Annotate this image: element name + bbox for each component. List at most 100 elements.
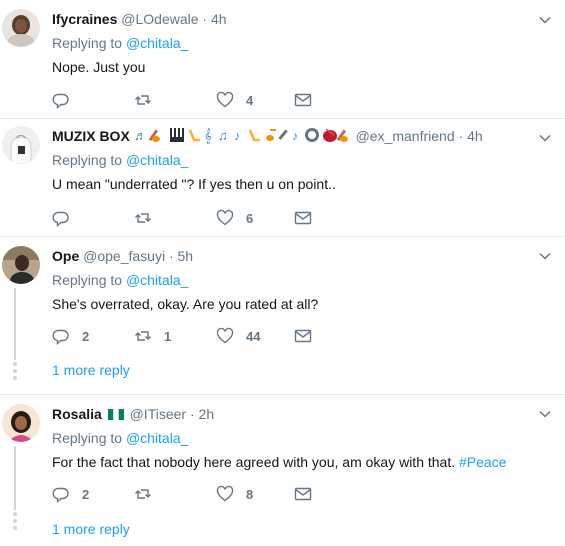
avatar[interactable] xyxy=(2,126,40,164)
direct-message-button[interactable] xyxy=(294,484,312,504)
separator-dot: · xyxy=(189,406,195,422)
direct-message-button[interactable] xyxy=(294,208,312,228)
replying-to-label: Replying to xyxy=(52,272,123,288)
retweet-button[interactable] xyxy=(134,484,164,504)
timestamp[interactable]: 4h xyxy=(467,128,483,144)
reply-icon xyxy=(52,211,69,227)
reply-button[interactable] xyxy=(52,208,82,228)
retweet-button[interactable]: 1 xyxy=(134,326,171,346)
tweet-text: Nope. Just you xyxy=(52,59,146,75)
tweet-actions: 2 8 xyxy=(52,484,472,504)
thread-dots xyxy=(13,362,17,383)
avatar[interactable] xyxy=(2,9,40,47)
tweet-text: She's overrated, okay. Are you rated at … xyxy=(52,296,319,312)
tweet-3: Ope @ope_fasuyi · 5h Replying to @chital… xyxy=(0,236,565,396)
svg-text:♬: ♬ xyxy=(134,128,147,143)
replying-to: Replying to @chitala_ xyxy=(52,270,565,290)
direct-message-icon xyxy=(294,487,312,501)
tweet-text: U mean "underrated "? If yes then u on p… xyxy=(52,176,336,192)
replying-to: Replying to @chitala_ xyxy=(52,428,565,448)
more-replies-link[interactable]: 1 more reply xyxy=(52,360,130,380)
retweet-button[interactable] xyxy=(134,208,164,228)
music-emoji-icons: ♬ 𝄞 ♫ ♪ ♪ xyxy=(134,128,348,144)
thread-connector-line xyxy=(14,288,16,360)
thread-dots xyxy=(13,512,17,533)
reply-count: 2 xyxy=(82,486,90,502)
replying-to-label: Replying to xyxy=(52,35,123,51)
replying-to-mention[interactable]: @chitala_ xyxy=(126,152,188,168)
tweet-text: For the fact that nobody here agreed wit… xyxy=(52,452,565,472)
separator-dot: · xyxy=(202,11,208,27)
separator-dot: · xyxy=(458,128,464,144)
replying-to-mention[interactable]: @chitala_ xyxy=(126,430,188,446)
hashtag-link[interactable]: #Peace xyxy=(459,454,506,470)
user-handle[interactable]: @ITiseer xyxy=(130,406,186,422)
svg-text:♫: ♫ xyxy=(218,128,228,143)
reply-icon xyxy=(52,329,69,345)
like-count: 8 xyxy=(246,486,254,502)
tweet-header: Ifycraines @LOdewale · 4h xyxy=(52,9,565,29)
reply-button[interactable] xyxy=(52,90,82,110)
direct-message-icon xyxy=(294,211,312,225)
user-handle[interactable]: @ope_fasuyi xyxy=(83,248,165,264)
retweet-icon xyxy=(135,95,151,105)
replying-to: Replying to @chitala_ xyxy=(52,33,565,53)
tweet-actions: 6 xyxy=(52,208,472,228)
like-icon xyxy=(216,209,234,226)
retweet-icon xyxy=(135,331,151,341)
display-name[interactable]: Ope xyxy=(52,248,79,264)
thread-connector-line xyxy=(14,446,16,510)
tweet-actions: 2 1 44 xyxy=(52,326,472,346)
separator-dot: · xyxy=(168,248,174,264)
display-name[interactable]: Rosalia xyxy=(52,406,102,422)
timestamp[interactable]: 2h xyxy=(199,406,215,422)
tweet-2: MUZIX BOX ♬ 𝄞 ♫ ♪ ♪ @ex_manfriend · 4h R… xyxy=(0,118,565,236)
retweet-count: 1 xyxy=(164,328,172,344)
replying-to: Replying to @chitala_ xyxy=(52,150,565,170)
like-button[interactable]: 4 xyxy=(216,90,253,110)
svg-text:♪: ♪ xyxy=(292,129,298,143)
like-icon xyxy=(216,327,234,344)
reply-count: 2 xyxy=(82,328,90,344)
avatar[interactable] xyxy=(2,404,40,442)
direct-message-button[interactable] xyxy=(294,90,312,110)
user-handle[interactable]: @LOdewale xyxy=(121,11,198,27)
replying-to-mention[interactable]: @chitala_ xyxy=(126,35,188,51)
display-name[interactable]: MUZIX BOX xyxy=(52,128,130,144)
direct-message-button[interactable] xyxy=(294,326,312,346)
replying-to-mention[interactable]: @chitala_ xyxy=(126,272,188,288)
more-replies-link[interactable]: 1 more reply xyxy=(52,519,130,539)
replying-to-label: Replying to xyxy=(52,430,123,446)
caret-down-icon[interactable] xyxy=(539,408,551,420)
like-count: 6 xyxy=(246,210,254,226)
direct-message-icon xyxy=(294,93,312,107)
reply-icon xyxy=(52,93,69,109)
like-button[interactable]: 8 xyxy=(216,484,253,504)
like-count: 4 xyxy=(246,92,254,108)
retweet-button[interactable] xyxy=(134,90,164,110)
direct-message-icon xyxy=(294,329,312,343)
display-name[interactable]: Ifycraines xyxy=(52,11,117,27)
reply-button[interactable]: 2 xyxy=(52,326,89,346)
tweet-header: MUZIX BOX ♬ 𝄞 ♫ ♪ ♪ @ex_manfriend · 4h xyxy=(52,126,565,146)
nigeria-flag-icon xyxy=(107,409,124,420)
like-count: 44 xyxy=(246,328,261,344)
like-icon xyxy=(216,485,234,502)
caret-down-icon[interactable] xyxy=(539,250,551,262)
like-button[interactable]: 6 xyxy=(216,208,253,228)
timestamp[interactable]: 4h xyxy=(211,11,227,27)
caret-down-icon[interactable] xyxy=(539,132,551,144)
tweet-1: Ifycraines @LOdewale · 4h Replying to @c… xyxy=(0,0,565,118)
timestamp[interactable]: 5h xyxy=(178,248,194,264)
caret-down-icon[interactable] xyxy=(539,14,551,26)
tweet-header: Ope @ope_fasuyi · 5h xyxy=(52,246,565,266)
like-button[interactable]: 44 xyxy=(216,326,260,346)
retweet-icon xyxy=(135,489,151,499)
user-handle[interactable]: @ex_manfriend xyxy=(356,128,455,144)
reply-icon xyxy=(52,487,69,503)
tweet-4: Rosalia @ITiseer · 2h Replying to @chita… xyxy=(0,394,565,546)
reply-button[interactable]: 2 xyxy=(52,484,89,504)
svg-text:♪: ♪ xyxy=(234,128,241,143)
tweet-actions: 4 xyxy=(52,90,472,110)
avatar[interactable] xyxy=(2,246,40,284)
